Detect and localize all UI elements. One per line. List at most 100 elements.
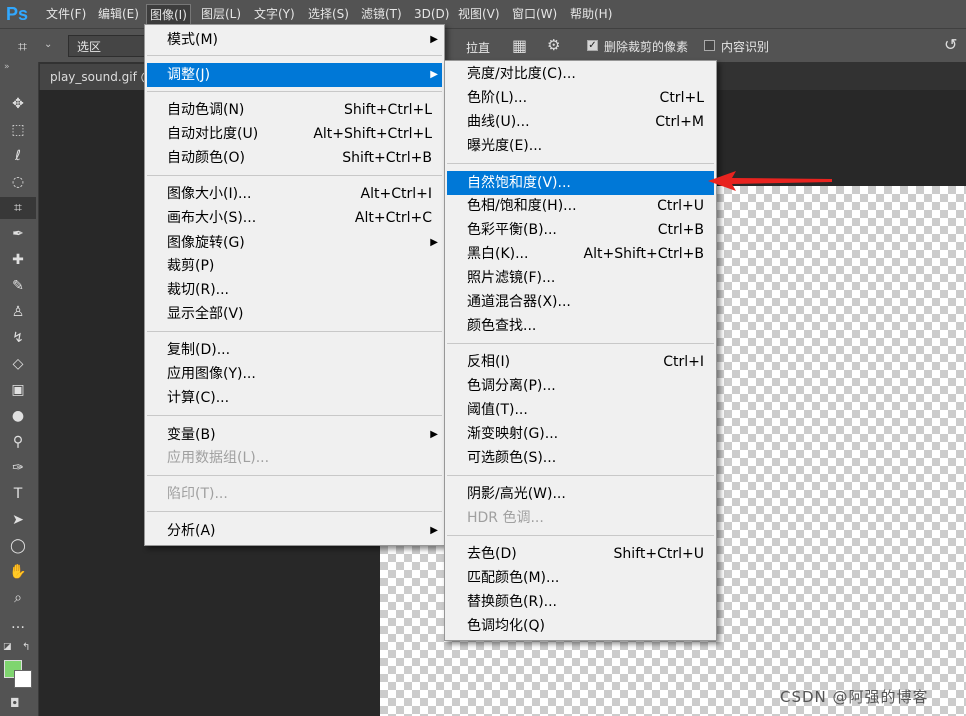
adjust-item-brightness-contrast[interactable]: 亮度/对比度(C)... bbox=[447, 62, 714, 86]
swap-colors-icon[interactable]: ↰ bbox=[22, 642, 30, 653]
image-menu-item-image-size[interactable]: 图像大小(I)... Alt+Ctrl+I bbox=[147, 182, 442, 206]
brush-tool-icon[interactable]: ✎ bbox=[0, 275, 36, 297]
history-brush-tool-icon[interactable]: ↯ bbox=[0, 327, 36, 349]
menu-item-label: 裁切(R)... bbox=[167, 282, 230, 298]
lasso-tool-icon[interactable]: ℓ bbox=[0, 145, 36, 167]
image-menu-item-image-rotation[interactable]: 图像旋转(G) ▶ bbox=[147, 231, 442, 255]
menu-file[interactable]: 文件(F) bbox=[43, 0, 89, 28]
adjust-item-replace-color[interactable]: 替换颜色(R)... bbox=[447, 590, 714, 614]
adjust-item-selective-color[interactable]: 可选颜色(S)... bbox=[447, 446, 714, 470]
crop-icon[interactable]: ⌗ bbox=[18, 37, 27, 57]
image-menu-item-auto-contrast[interactable]: 自动对比度(U) Alt+Shift+Ctrl+L bbox=[147, 122, 442, 146]
menu-item-label: 自动对比度(U) bbox=[167, 126, 259, 142]
menu-separator bbox=[447, 535, 714, 536]
healing-brush-tool-icon[interactable]: ✚ bbox=[0, 249, 36, 271]
menu-item-shortcut: Ctrl+B bbox=[657, 222, 704, 238]
menu-window[interactable]: 窗口(W) bbox=[509, 0, 560, 28]
image-menu-item-crop[interactable]: 裁剪(P) bbox=[147, 254, 442, 278]
image-menu-item-calculations[interactable]: 计算(C)... bbox=[147, 386, 442, 410]
image-menu: 模式(M) ▶ 调整(J) ▶ 自动色调(N) Shift+Ctrl+L 自动对比度(… bbox=[144, 24, 445, 546]
menu-item-shortcut: Shift+Ctrl+U bbox=[613, 546, 704, 562]
image-menu-item-reveal-all[interactable]: 显示全部(V) bbox=[147, 302, 442, 326]
pen-tool-icon[interactable]: ✑ bbox=[0, 457, 36, 479]
adjust-item-curves[interactable]: 曲线(U)... Ctrl+M bbox=[447, 110, 714, 134]
move-tool-icon[interactable]: ✥ bbox=[0, 93, 36, 115]
ellipse-tool-icon[interactable]: ◯ bbox=[0, 535, 36, 557]
background-color-swatch[interactable] bbox=[14, 670, 32, 688]
adjust-item-match-color[interactable]: 匹配颜色(M)... bbox=[447, 566, 714, 590]
adjust-item-vibrance[interactable]: 自然饱和度(V)... bbox=[447, 171, 714, 195]
image-menu-item-variables[interactable]: 变量(B) ▶ bbox=[147, 423, 442, 447]
chevron-down-icon[interactable]: ⌄ bbox=[44, 39, 52, 50]
adjust-item-levels[interactable]: 色阶(L)... Ctrl+L bbox=[447, 86, 714, 110]
adjust-item-desaturate[interactable]: 去色(D) Shift+Ctrl+U bbox=[447, 542, 714, 566]
adjust-item-equalize[interactable]: 色调均化(Q) bbox=[447, 614, 714, 638]
menu-item-label: 应用数据组(L)... bbox=[167, 450, 270, 466]
image-menu-item-apply-image[interactable]: 应用图像(Y)... bbox=[147, 362, 442, 386]
adjust-item-threshold[interactable]: 阈值(T)... bbox=[447, 398, 714, 422]
zoom-tool-icon[interactable]: ⌕ bbox=[0, 587, 36, 609]
menu-item-label: 计算(C)... bbox=[167, 390, 230, 406]
adjust-item-posterize[interactable]: 色调分离(P)... bbox=[447, 374, 714, 398]
content-aware-checkbox[interactable] bbox=[704, 40, 715, 51]
menu-help[interactable]: 帮助(H) bbox=[567, 0, 615, 28]
image-menu-item-duplicate[interactable]: 复制(D)... bbox=[147, 338, 442, 362]
crop-preset-select[interactable]: 选区 bbox=[68, 35, 148, 57]
image-menu-item-trim[interactable]: 裁切(R)... bbox=[147, 278, 442, 302]
menu-item-label: 替换颜色(R)... bbox=[467, 594, 558, 610]
adjust-item-exposure[interactable]: 曝光度(E)... bbox=[447, 134, 714, 158]
menu-view[interactable]: 视图(V) bbox=[455, 0, 503, 28]
image-menu-item-mode[interactable]: 模式(M) ▶ bbox=[147, 28, 442, 52]
adjust-item-invert[interactable]: 反相(I) Ctrl+I bbox=[447, 350, 714, 374]
menu-image[interactable]: 图像(I) bbox=[146, 4, 191, 26]
clone-stamp-tool-icon[interactable]: ♙ bbox=[0, 301, 36, 323]
path-select-tool-icon[interactable]: ➤ bbox=[0, 509, 36, 531]
image-menu-item-canvas-size[interactable]: 画布大小(S)... Alt+Ctrl+C bbox=[147, 206, 442, 230]
adjust-item-hue-saturation[interactable]: 色相/饱和度(H)... Ctrl+U bbox=[447, 194, 714, 218]
more-tools-icon[interactable]: … bbox=[0, 613, 36, 635]
overlay-grid-icon[interactable]: ▦ bbox=[512, 36, 527, 55]
submenu-arrow-icon: ▶ bbox=[430, 237, 438, 248]
image-menu-item-analysis[interactable]: 分析(A) ▶ bbox=[147, 519, 442, 543]
quick-mask-icon[interactable]: ◘ bbox=[10, 696, 20, 710]
menu-separator bbox=[447, 343, 714, 344]
image-menu-item-auto-tone[interactable]: 自动色调(N) Shift+Ctrl+L bbox=[147, 98, 442, 122]
dodge-tool-icon[interactable]: ⚲ bbox=[0, 431, 36, 453]
adjust-item-color-balance[interactable]: 色彩平衡(B)... Ctrl+B bbox=[447, 218, 714, 242]
gear-icon[interactable]: ⚙ bbox=[547, 36, 560, 54]
adjust-item-black-white[interactable]: 黑白(K)... Alt+Shift+Ctrl+B bbox=[447, 242, 714, 266]
marquee-tool-icon[interactable]: ⬚ bbox=[0, 119, 36, 141]
adjustments-submenu: 亮度/对比度(C)... 色阶(L)... Ctrl+L 曲线(U)... Ctrl… bbox=[444, 60, 717, 641]
menu-item-label: 图像大小(I)... bbox=[167, 186, 252, 202]
adjust-item-channel-mixer[interactable]: 通道混合器(X)... bbox=[447, 290, 714, 314]
reset-icon[interactable]: ↺ bbox=[944, 35, 957, 54]
document-tab[interactable]: play_sound.gif @ bbox=[40, 64, 148, 90]
delete-cropped-checkbox[interactable]: ✓ bbox=[587, 40, 598, 51]
type-tool-icon[interactable]: T bbox=[0, 483, 36, 505]
image-menu-item-adjustments[interactable]: 调整(J) ▶ bbox=[147, 63, 442, 87]
menu-item-label: 画布大小(S)... bbox=[167, 210, 257, 226]
hand-tool-icon[interactable]: ✋ bbox=[0, 561, 36, 583]
eraser-tool-icon[interactable]: ◇ bbox=[0, 353, 36, 375]
adjust-item-gradient-map[interactable]: 渐变映射(G)... bbox=[447, 422, 714, 446]
menu-item-label: 亮度/对比度(C)... bbox=[467, 66, 576, 82]
adjust-item-color-lookup[interactable]: 颜色查找... bbox=[447, 314, 714, 338]
adjust-item-shadows-highlights[interactable]: 阴影/高光(W)... bbox=[447, 482, 714, 506]
default-colors-icon[interactable]: ◪ bbox=[3, 642, 12, 652]
collapse-icon[interactable]: » bbox=[4, 62, 10, 72]
menu-separator bbox=[147, 475, 442, 476]
image-menu-item-auto-color[interactable]: 自动颜色(O) Shift+Ctrl+B bbox=[147, 146, 442, 170]
menu-item-label: 自然饱和度(V)... bbox=[467, 175, 571, 191]
gradient-tool-icon[interactable]: ▣ bbox=[0, 379, 36, 401]
menu-edit[interactable]: 编辑(E) bbox=[95, 0, 142, 28]
quick-select-tool-icon[interactable]: ◌ bbox=[0, 171, 36, 193]
menu-item-label: 模式(M) bbox=[167, 32, 219, 48]
eyedropper-tool-icon[interactable]: ✒ bbox=[0, 223, 36, 245]
menu-item-label: 匹配颜色(M)... bbox=[467, 570, 560, 586]
menu-item-shortcut: Shift+Ctrl+B bbox=[342, 150, 432, 166]
crop-tool-icon[interactable]: ⌗ bbox=[0, 197, 36, 219]
adjust-item-photo-filter[interactable]: 照片滤镜(F)... bbox=[447, 266, 714, 290]
menu-separator bbox=[147, 415, 442, 416]
straighten-button[interactable]: 拉直 bbox=[466, 39, 490, 56]
blur-tool-icon[interactable]: ● bbox=[0, 405, 36, 427]
